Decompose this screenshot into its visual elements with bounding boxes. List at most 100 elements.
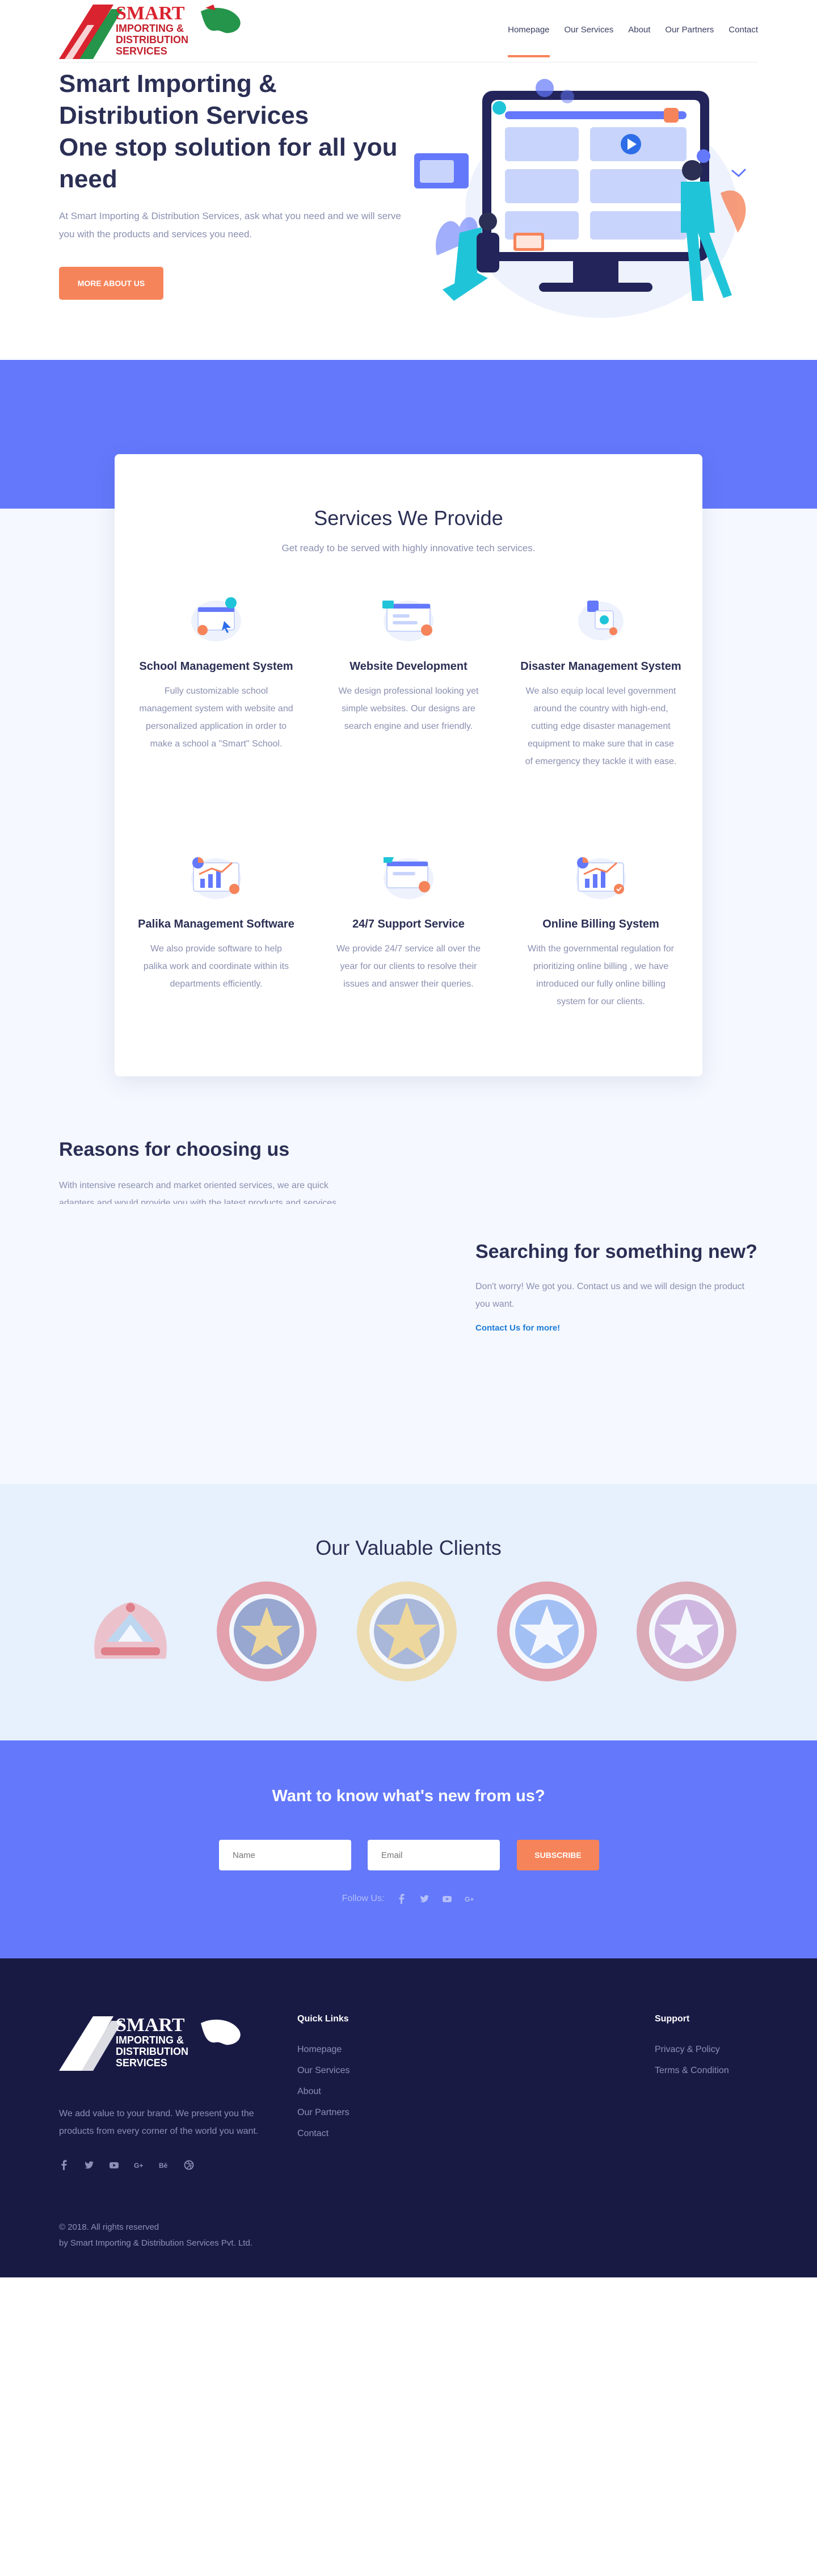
svg-text:G+: G+ [134,2162,143,2170]
school-management-icon [191,597,241,641]
quick-links-title: Quick Links [297,2014,349,2024]
search-text: Don't worry! We got you. Contact us and … [475,1282,745,1309]
support-service-icon [384,857,433,899]
youtube-icon[interactable] [442,1894,452,1904]
newsletter-form: SUBSCRIBE [219,1840,599,1870]
footer-link-our-partners[interactable]: Our Partners [297,2102,349,2123]
dribbble-icon[interactable] [184,2160,194,2170]
hero-illustration [414,79,747,318]
service-text: We provide 24/7 service all over the yea… [336,944,481,989]
support-links: Support Privacy & Policy Terms & Conditi… [655,2014,729,2081]
follow-us: Follow Us: G+ [0,1894,817,1904]
email-input[interactable] [368,1840,500,1870]
municipality-seal-2 [497,1581,597,1681]
service-card: 24/7 Support Service We provide 24/7 ser… [322,846,495,993]
facebook-icon[interactable] [59,2160,69,2170]
footer-link-about[interactable]: About [297,2081,349,2102]
municipality-seal-1 [357,1581,457,1681]
subscribe-button[interactable]: SUBSCRIBE [517,1840,599,1870]
newsletter-title: Want to know what's new from us? [272,1787,545,1805]
twitter-icon[interactable] [419,1894,429,1904]
newsletter-section: Want to know what's new from us? SUBSCRI… [0,1740,817,1958]
service-card: Palika Management Software We also provi… [129,846,303,993]
service-title: Online Billing System [542,918,659,930]
follow-us-label: Follow Us: [342,1894,385,1903]
services-title: Services We Provide [314,506,503,530]
google-plus-icon[interactable]: G+ [465,1894,475,1904]
svg-text:SERVICES: SERVICES [116,45,167,57]
svg-text:SMART: SMART [116,2015,185,2036]
nav-our-services[interactable]: Our Services [565,25,614,57]
online-billing-icon [576,857,626,899]
footer-logo[interactable]: SMART IMPORTING & DISTRIBUTION SERVICES [59,2014,258,2071]
behance-icon[interactable]: Bē [159,2160,169,2170]
hero-lead: At Smart Importing & Distribution Servic… [59,211,401,240]
service-text: We design professional looking yet simpl… [338,686,479,731]
main-nav: Homepage Our Services About Our Partners… [493,25,758,57]
google-plus-icon[interactable]: G+ [134,2160,144,2170]
school-seal-1 [217,1581,317,1681]
svg-text:IMPORTING &: IMPORTING & [116,2034,184,2046]
twitter-icon[interactable] [84,2160,94,2170]
service-card: Online Billing System With the governmen… [514,846,688,1010]
more-about-us-button[interactable]: MORE ABOUT US [59,267,163,300]
copyright-line: by Smart Importing & Distribution Servic… [59,2238,252,2248]
copyright-line: © 2018. All rights reserved [59,2222,159,2232]
svg-text:IMPORTING &: IMPORTING & [116,23,184,34]
services-subtitle: Get ready to be served with highly innov… [281,543,536,553]
service-text: We also equip local level government aro… [525,686,677,766]
site-footer: SMART IMPORTING & DISTRIBUTION SERVICES … [0,1958,817,2277]
clients-section: Our Valuable Clients [0,1484,817,1740]
search-title: Searching for something new? [475,1241,757,1262]
services-section: Services We Provide Get ready to be serv… [0,454,817,1226]
hero-section: Smart Importing & Distribution Services … [0,62,817,360]
service-title: 24/7 Support Service [352,918,465,930]
service-text: We also provide software to help palika … [143,944,289,989]
nepal-government-emblem [94,1602,167,1659]
quick-links: Quick Links Homepage Our Services About … [297,2014,349,2144]
nav-our-partners[interactable]: Our Partners [665,25,714,57]
footer-link-homepage[interactable]: Homepage [297,2039,349,2060]
svg-text:DISTRIBUTION: DISTRIBUTION [116,34,188,45]
service-text: Fully customizable school management sys… [139,686,293,749]
search-block: Searching for something new? Don't worry… [475,1241,759,1333]
disaster-management-icon [578,601,624,640]
reasons-title: Reasons for choosing us [59,1139,290,1160]
hero-title-line: Smart Importing & [59,70,277,98]
svg-text:SERVICES: SERVICES [116,2057,167,2069]
service-title: Website Development [349,660,468,673]
footer-link-our-services[interactable]: Our Services [297,2060,349,2081]
name-input[interactable] [219,1840,351,1870]
services-card: Services We Provide Get ready to be serv… [115,454,702,1076]
footer-link-privacy[interactable]: Privacy & Policy [655,2039,729,2060]
school-seal-2 [637,1581,736,1681]
support-title: Support [655,2014,690,2024]
hero-title-line: need [59,165,117,193]
hero-title: Smart Importing & Distribution Services … [59,68,422,195]
footer-link-contact[interactable]: Contact [297,2123,349,2144]
palika-management-icon [191,857,241,899]
hero-title-line: One stop solution for all you [59,133,398,161]
youtube-icon[interactable] [109,2160,119,2170]
copyright: © 2018. All rights reserved by Smart Imp… [59,2220,252,2251]
service-card: Website Development We design profession… [322,588,495,735]
service-title: Palika Management Software [138,918,294,930]
facebook-icon[interactable] [397,1894,407,1904]
nav-contact[interactable]: Contact [728,25,758,57]
svg-text:DISTRIBUTION: DISTRIBUTION [116,2046,188,2057]
service-card: Disaster Management System We also equip… [514,588,688,770]
footer-social: G+ Bē [59,2160,194,2170]
contact-us-link[interactable]: Contact Us for more! [475,1323,759,1333]
search-section: Searching for something new? Don't worry… [0,1204,817,1484]
smart-logo[interactable]: SMART IMPORTING & DISTRIBUTION SERVICES [59,2,258,59]
website-development-icon [382,601,433,641]
nav-homepage[interactable]: Homepage [508,25,550,57]
service-text: With the governmental regulation for pri… [528,944,674,1006]
svg-text:SMART: SMART [116,3,185,24]
svg-text:G+: G+ [465,1895,474,1903]
svg-text:Bē: Bē [159,2162,168,2170]
service-card: School Management System Fully customiza… [129,588,303,753]
nav-about[interactable]: About [628,25,650,57]
footer-link-terms[interactable]: Terms & Condition [655,2060,729,2081]
footer-description: We add value to your brand. We present y… [59,2109,259,2136]
